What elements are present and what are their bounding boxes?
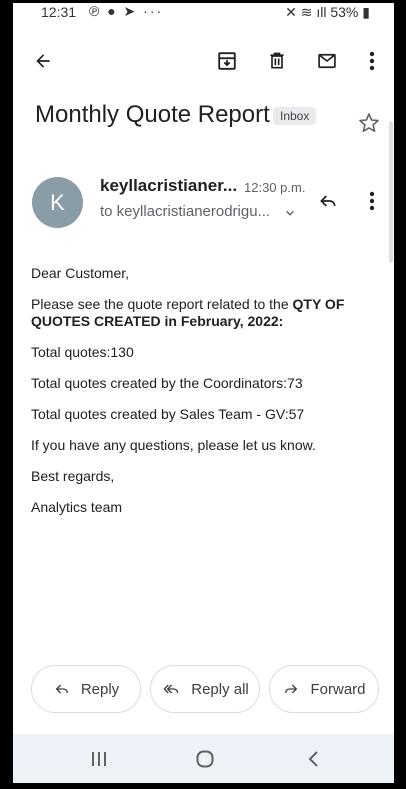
action-buttons: Reply Reply all Forward (13, 665, 394, 717)
reply-all-label: Reply all (191, 680, 249, 698)
archive-icon[interactable] (211, 45, 243, 77)
inbox-label-badge[interactable]: Inbox (273, 107, 317, 125)
email-body: Dear Customer, Please see the quote repo… (31, 265, 376, 530)
app-bar (13, 37, 394, 85)
body-sales: Total quotes created by Sales Team - GV:… (31, 406, 305, 422)
body-questions: If you have any questions, please let us… (31, 437, 316, 453)
reply-all-icon (163, 684, 179, 694)
sender-avatar[interactable]: K (32, 177, 83, 228)
system-nav-bar (13, 734, 394, 783)
body-greeting: Dear Customer, (31, 265, 130, 281)
status-right: ✕ ≋ ıll 53% ▮ (285, 4, 370, 21)
email-time: 12:30 p.m. (244, 180, 306, 195)
phone-screen: 12:31 ℗ ● ➤ ··· ✕ ≋ ıll 53% ▮ Monthly Qu… (13, 3, 394, 783)
body-coordinators: Total quotes created by the Coordinators… (31, 375, 303, 391)
battery-level: 53% (330, 4, 359, 20)
star-icon[interactable] (357, 111, 381, 140)
sender-name[interactable]: keyllacristianer... (100, 176, 237, 196)
body-total: Total quotes:130 (31, 344, 134, 360)
body-intro-text: Please see the quote report related to t… (31, 296, 293, 312)
reply-icon[interactable] (312, 185, 344, 217)
message-more-icon[interactable] (356, 185, 388, 217)
more-vert-icon[interactable] (356, 45, 388, 77)
chevron-down-icon[interactable] (283, 206, 297, 225)
reply-icon (55, 684, 68, 694)
reply-label: Reply (80, 680, 120, 698)
delete-icon[interactable] (261, 45, 293, 77)
home-icon[interactable] (190, 746, 220, 772)
forward-icon (285, 684, 298, 694)
notification-icons: ℗ ● ➤ ··· (89, 3, 164, 19)
status-time: 12:31 (41, 4, 77, 20)
body-closing: Best regards, (31, 468, 115, 484)
status-bar: 12:31 ℗ ● ➤ ··· ✕ ≋ ıll 53% ▮ (13, 3, 394, 23)
reply-button[interactable]: Reply (31, 665, 141, 713)
back-arrow-icon[interactable] (27, 45, 59, 77)
recent-apps-icon[interactable] (84, 746, 114, 772)
body-signature: Analytics team (31, 499, 123, 515)
recipient-line[interactable]: to keyllacristianerodrigu... (100, 203, 270, 220)
signal-icons: ✕ ≋ ıll (285, 4, 331, 20)
mail-icon[interactable] (311, 45, 343, 77)
forward-label: Forward (310, 680, 366, 698)
body-intro: Please see the quote report related to t… (31, 296, 376, 330)
forward-button[interactable]: Forward (269, 665, 379, 713)
scrollbar-thumb[interactable] (389, 121, 393, 263)
battery-icon: ▮ (362, 4, 370, 20)
nav-back-icon[interactable] (298, 746, 328, 772)
reply-all-button[interactable]: Reply all (150, 665, 260, 713)
email-subject: Monthly Quote Report (35, 101, 270, 128)
